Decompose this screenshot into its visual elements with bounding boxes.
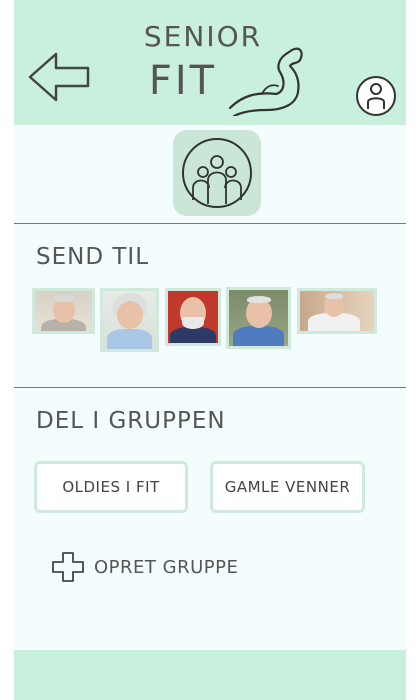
user-icon xyxy=(367,83,385,109)
profile-button[interactable] xyxy=(356,76,396,116)
section-divider xyxy=(14,223,406,224)
contact-1[interactable] xyxy=(32,288,95,334)
create-group-button[interactable]: OPRET GRUPPE xyxy=(50,550,238,584)
group-people-icon xyxy=(182,138,252,208)
arrow-left-icon xyxy=(28,52,90,102)
logo-title-fit: FIT xyxy=(148,58,218,104)
senior-man-glasses-photo xyxy=(35,291,92,331)
app-screen: SENIOR FIT SEND TIL DEL I GRUPPEN OLDIES… xyxy=(14,0,406,700)
share-group-title: DEL I GRUPPEN xyxy=(36,408,226,434)
contact-2[interactable] xyxy=(100,288,159,352)
group-gamle-venner-button[interactable]: GAMLE VENNER xyxy=(210,461,365,513)
senior-woman-glasses-photo xyxy=(103,291,156,349)
senior-man-beard-glasses-photo xyxy=(168,291,218,343)
bottom-bar xyxy=(14,650,406,700)
group-oldies-i-fit-button[interactable]: OLDIES I FIT xyxy=(34,461,188,513)
senior-man-sofa-photo xyxy=(300,291,374,331)
senior-man-smiling-photo xyxy=(229,290,288,346)
plus-icon xyxy=(52,552,84,582)
create-group-label: OPRET GRUPPE xyxy=(94,556,239,578)
app-header: SENIOR FIT xyxy=(14,0,406,125)
group-avatar xyxy=(173,130,261,216)
contact-3[interactable] xyxy=(165,288,221,346)
flexed-arm-icon xyxy=(228,47,303,116)
section-divider-2 xyxy=(14,387,406,388)
contact-4[interactable] xyxy=(226,287,291,349)
contact-5[interactable] xyxy=(297,288,377,334)
back-button[interactable] xyxy=(26,48,94,106)
send-to-title: SEND TIL xyxy=(36,244,150,270)
